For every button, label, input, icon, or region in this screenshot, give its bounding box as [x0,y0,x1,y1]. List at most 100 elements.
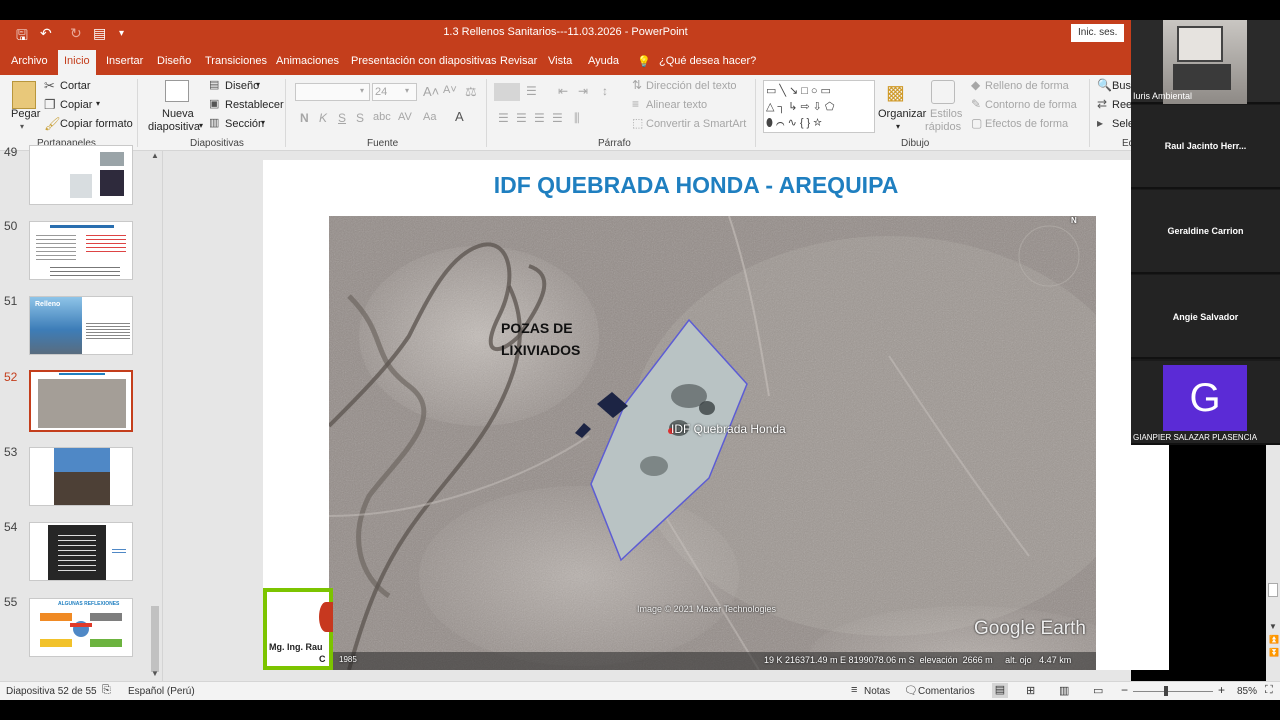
tell-me-search[interactable]: ¿Qué desea hacer? [659,55,756,67]
italic-icon[interactable]: K [319,111,327,125]
thumbnail-scrollbar[interactable]: ▲ ▼ [149,151,161,681]
shape-fill-button[interactable]: Relleno de forma [985,80,1069,92]
normal-view-icon[interactable]: ▤ [992,683,1008,698]
slide-thumbnail-50[interactable] [29,221,133,280]
font-color-icon[interactable]: A [455,109,464,124]
tab-ayuda[interactable]: Ayuda [588,55,619,67]
columns-icon[interactable]: ⫼ [574,111,580,126]
slide-sorter-icon[interactable]: ⊞ [1026,684,1035,697]
slide-thumbnail-52[interactable] [29,370,133,432]
notes-button[interactable]: Notas [864,686,890,697]
slide-thumbnail-54[interactable] [29,522,133,581]
align-left-icon[interactable]: ☰ [498,111,509,125]
tab-inicio[interactable]: Inicio [58,50,96,75]
slide-thumbnail-49[interactable] [29,145,133,205]
satellite-image[interactable]: IDF Quebrada Honda N Image © 2021 Maxar … [329,216,1096,670]
text-direction-button[interactable]: Dirección del texto [646,80,737,92]
slide-title[interactable]: IDF QUEBRADA HONDA - AREQUIPA [263,172,1129,199]
arrange-button[interactable]: Organizar [878,108,926,120]
participant-tile[interactable]: Angie Salvador [1131,275,1280,359]
participant-tile[interactable]: G GIANPIER SALAZAR PLASENCIA [1131,361,1280,445]
bullets-icon[interactable] [494,83,520,101]
decrease-indent-icon[interactable]: ⇤ [558,84,568,98]
tab-insertar[interactable]: Insertar [106,55,143,67]
cut-button[interactable]: Cortar [60,80,91,92]
tab-transiciones[interactable]: Transiciones [205,55,267,67]
next-slide-icon[interactable]: ⏬ [1269,648,1279,657]
tab-diseno[interactable]: Diseño [157,55,191,67]
copy-button[interactable]: Copiar [60,99,92,111]
shape-outline-button[interactable]: Contorno de forma [985,99,1077,111]
fit-to-window-icon[interactable]: ⛶ [1265,684,1273,697]
participant-tile[interactable]: Geraldine Carrion [1131,190,1280,274]
pozas-label[interactable]: POZAS DE LIXIVIADOS [501,317,580,361]
font-size-dropdown-icon[interactable]: ▾ [405,86,409,95]
sign-in-button[interactable]: Inic. ses. [1071,24,1125,42]
font-name-dropdown-icon[interactable]: ▾ [360,86,364,95]
clear-format-icon[interactable]: ⚖ [465,84,477,100]
slideshow-icon[interactable]: ▭ [1093,684,1103,697]
slide-thumbnail-51[interactable]: Relleno [29,296,133,355]
new-slide-dropdown-icon[interactable]: ▾ [199,121,203,130]
align-text-button[interactable]: Alinear texto [646,99,707,111]
comments-button[interactable]: Comentarios [918,686,975,697]
tab-revisar[interactable]: Revisar [500,55,537,67]
shadow-icon[interactable]: S [356,111,364,125]
tab-archivo[interactable]: Archivo [11,55,48,67]
paste-button[interactable]: Pegar [11,108,40,120]
shape-effects-button[interactable]: Efectos de forma [985,118,1068,130]
participant-tile[interactable]: Raul Jacinto Herr... [1131,105,1280,189]
previous-slide-icon[interactable]: ⏫ [1269,635,1279,644]
strikethrough-icon[interactable]: abc [373,111,391,123]
scroll-down-icon[interactable]: ▼ [151,669,159,678]
underline-icon[interactable]: S [338,111,346,125]
scroll-down-icon[interactable]: ▼ [1269,622,1277,631]
copy-dropdown-icon[interactable]: ▾ [96,99,100,108]
smartart-button[interactable]: Convertir a SmartArt [646,118,746,130]
quick-styles-label[interactable]: rápidos [925,121,961,133]
new-slide-button[interactable]: Nueva [162,108,194,120]
increase-indent-icon[interactable]: ⇥ [578,84,588,98]
arrange-dropdown-icon[interactable]: ▾ [896,122,900,131]
new-slide-label[interactable]: diapositiva [148,121,200,133]
scrollbar-thumb[interactable] [151,606,159,672]
numbering-icon[interactable]: ☰ [526,84,537,98]
slide-thumbnail-55[interactable]: ALGUNAS REFLEXIONES [29,598,133,657]
bold-icon[interactable]: N [300,111,309,125]
zoom-in-icon[interactable]: + [1218,683,1225,697]
reset-button[interactable]: Restablecer [225,99,284,111]
zoom-slider-handle[interactable] [1164,686,1168,696]
participant-tile[interactable]: Iuris Ambiental [1131,20,1280,104]
char-spacing-icon[interactable]: AV [398,111,412,123]
align-center-icon[interactable]: ☰ [516,111,527,125]
shapes-gallery[interactable]: ▭╲↘□○▭ △┐↳⇨⇩⬠ ⬮⌒∿{}☆ [763,80,875,133]
reading-view-icon[interactable]: ▥ [1059,684,1069,697]
zoom-slider[interactable] [1133,691,1213,692]
slide-thumbnail-53[interactable] [29,447,133,506]
format-painter-button[interactable]: Copiar formato [60,118,133,130]
accessibility-icon[interactable]: ⎘ [102,684,111,697]
justify-icon[interactable]: ☰ [552,111,563,125]
zoom-level[interactable]: 85% [1237,686,1257,697]
align-right-icon[interactable]: ☰ [534,111,545,125]
zoom-out-icon[interactable]: − [1121,683,1128,697]
tab-vista[interactable]: Vista [548,55,572,67]
paste-dropdown-icon[interactable]: ▾ [20,122,24,131]
line-spacing-icon[interactable]: ↕ [602,84,608,98]
quick-styles-button[interactable]: Estilos [930,108,962,120]
section-dropdown-icon[interactable]: ▾ [261,118,265,127]
scroll-up-icon[interactable]: ▲ [151,151,159,160]
section-button[interactable]: Sección [225,118,264,130]
language-indicator[interactable]: Español (Perú) [128,686,195,697]
increase-font-icon[interactable]: A˄ [423,84,439,99]
decrease-font-icon[interactable]: A˅ [443,84,457,96]
find-icon: 🔍 [1097,78,1112,92]
change-case-icon[interactable]: Aa [423,111,436,123]
slide-canvas[interactable]: IDF QUEBRADA HONDA - AREQUIPA IDF Quebra… [263,160,1169,670]
font-name-select[interactable] [295,83,370,101]
tab-presentacion[interactable]: Presentación con diapositivas [351,55,497,67]
layout-button[interactable]: Diseño [225,80,259,92]
tab-animaciones[interactable]: Animaciones [276,55,339,67]
layout-dropdown-icon[interactable]: ▾ [256,80,260,89]
scrollbar-thumb[interactable] [1268,583,1278,597]
